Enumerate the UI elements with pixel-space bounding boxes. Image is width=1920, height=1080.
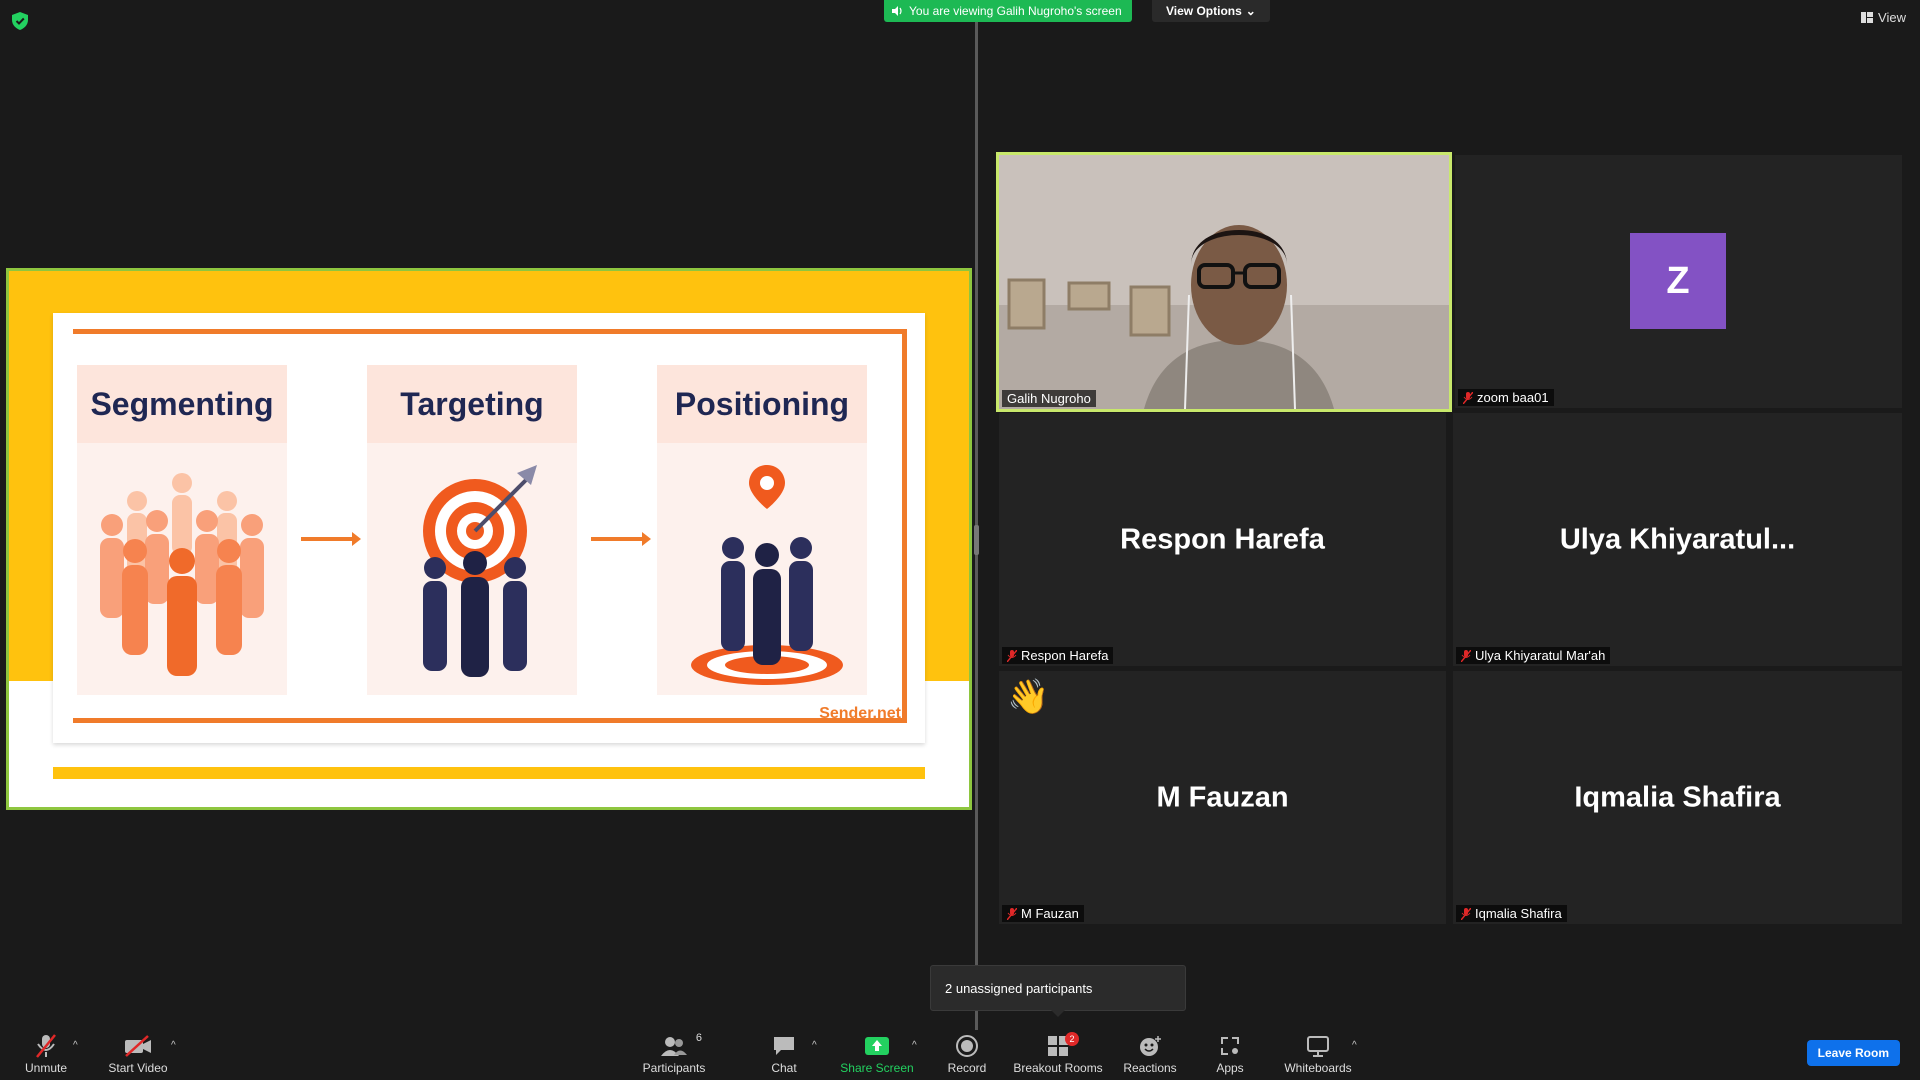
share-screen-button[interactable]: Share Screen xyxy=(838,1030,916,1080)
reactions-icon xyxy=(1140,1036,1161,1056)
participants-count: 6 xyxy=(695,1032,702,1044)
participant-name-label: Iqmalia Shafira xyxy=(1456,905,1567,922)
breakout-rooms-label: Breakout Rooms xyxy=(1013,1061,1103,1075)
record-icon xyxy=(956,1035,978,1057)
split-drag-handle[interactable] xyxy=(974,525,979,555)
participants-icon xyxy=(661,1037,687,1056)
unmute-button[interactable]: Unmute xyxy=(18,1030,74,1080)
audio-options-caret-icon[interactable]: ^ xyxy=(73,1040,78,1051)
view-label: View xyxy=(1878,10,1906,25)
chat-label: Chat xyxy=(771,1061,797,1075)
slide-column-title: Positioning xyxy=(657,365,867,443)
view-options-label: View Options xyxy=(1166,4,1242,18)
participant-name-label: Respon Harefa xyxy=(1002,647,1114,664)
apps-button[interactable]: Apps xyxy=(1210,1030,1250,1080)
slide-brand: Sender.net xyxy=(819,705,901,722)
slide-card: Segmenting Targeting Positioning Sender.… xyxy=(53,313,925,743)
participant-name-label: zoom baa01 xyxy=(1458,389,1554,406)
start-video-label: Start Video xyxy=(108,1061,168,1075)
video-off-icon xyxy=(125,1035,151,1057)
participant-name: Galih Nugroho xyxy=(1007,391,1091,406)
reactions-button[interactable]: Reactions xyxy=(1122,1030,1178,1080)
apps-icon xyxy=(1221,1037,1239,1055)
banner-text: You are viewing Galih Nugroho's screen xyxy=(909,4,1122,18)
view-options-button[interactable]: View Options ⌄ xyxy=(1152,0,1270,22)
whiteboards-button[interactable]: Whiteboards xyxy=(1282,1030,1354,1080)
view-grid-icon xyxy=(1861,12,1874,23)
shared-screen: Segmenting Targeting Positioning Sender.… xyxy=(6,268,972,810)
video-tile-ulya-khiyaratul[interactable]: Ulya Khiyaratul... Ulya Khiyaratul Mar'a… xyxy=(1453,413,1902,666)
whiteboard-options-caret-icon[interactable]: ^ xyxy=(1352,1040,1357,1051)
chat-icon xyxy=(774,1037,794,1055)
slide-column-targeting: Targeting xyxy=(367,365,577,695)
participants-button[interactable]: 6 Participants xyxy=(640,1030,708,1080)
chat-options-caret-icon[interactable]: ^ xyxy=(812,1040,817,1051)
chat-button[interactable]: Chat xyxy=(765,1030,803,1080)
screen-share-banner: You are viewing Galih Nugroho's screen xyxy=(884,0,1132,22)
muted-mic-icon xyxy=(1463,391,1473,404)
slide-bottom-bar xyxy=(53,767,925,779)
participant-name: M Fauzan xyxy=(1021,906,1079,921)
chevron-down-icon: ⌄ xyxy=(1245,4,1256,18)
video-tile-zoom-baa01[interactable]: Z zoom baa01 xyxy=(1455,155,1902,408)
participant-name-label: Galih Nugroho xyxy=(1002,390,1096,407)
slide-column-title: Targeting xyxy=(367,365,577,443)
slide-column-title: Segmenting xyxy=(77,365,287,443)
muted-mic-icon xyxy=(1461,649,1471,662)
record-label: Record xyxy=(947,1061,987,1075)
video-tile-respon-harefa[interactable]: Respon Harefa Respon Harefa xyxy=(999,413,1446,666)
wave-reaction-icon: 👋 xyxy=(1007,678,1050,716)
whiteboard-icon xyxy=(1307,1036,1329,1057)
leave-room-button[interactable]: Leave Room xyxy=(1806,1040,1900,1066)
participants-label: Participants xyxy=(642,1061,706,1075)
whiteboards-label: Whiteboards xyxy=(1284,1061,1352,1075)
meeting-toolbar: Unmute ^ Start Video ^ 6 Participants Ch… xyxy=(0,1030,1920,1080)
slide-column-segmenting: Segmenting xyxy=(77,365,287,695)
participant-name: Respon Harefa xyxy=(1021,648,1109,663)
tooltip-text: 2 unassigned participants xyxy=(945,980,1093,996)
apps-label: Apps xyxy=(1216,1061,1244,1075)
participant-name-label: M Fauzan xyxy=(1002,905,1084,922)
participant-video xyxy=(999,155,1449,409)
video-tile-iqmalia-shafira[interactable]: Iqmalia Shafira Iqmalia Shafira xyxy=(1453,671,1902,924)
video-tile-galih-nugroho[interactable]: Galih Nugroho xyxy=(996,152,1452,412)
share-screen-icon xyxy=(865,1037,889,1055)
slide-column-positioning: Positioning xyxy=(657,365,867,695)
muted-mic-icon xyxy=(1007,907,1017,920)
muted-mic-icon xyxy=(1461,907,1471,920)
participant-name: Iqmalia Shafira xyxy=(1475,906,1562,921)
zoom-meeting-window: View You are viewing Galih Nugroho's scr… xyxy=(0,0,1920,1080)
positioning-illustration xyxy=(657,443,867,695)
avatar: Z xyxy=(1630,233,1726,329)
breakout-rooms-button[interactable]: 2 Breakout Rooms xyxy=(1013,1030,1103,1080)
view-button[interactable]: View xyxy=(1861,10,1906,25)
reactions-label: Reactions xyxy=(1123,1061,1177,1075)
target-illustration xyxy=(367,443,577,695)
speaker-icon xyxy=(892,6,902,16)
record-button[interactable]: Record xyxy=(944,1030,990,1080)
participant-name: zoom baa01 xyxy=(1477,390,1549,405)
breakout-tooltip: 2 unassigned participants xyxy=(930,965,1186,1017)
muted-mic-icon xyxy=(36,1034,56,1058)
video-options-caret-icon[interactable]: ^ xyxy=(171,1040,176,1051)
unmute-label: Unmute xyxy=(24,1061,68,1075)
share-screen-label: Share Screen xyxy=(840,1061,914,1075)
muted-mic-icon xyxy=(1007,649,1017,662)
participant-name-label: Ulya Khiyaratul Mar'ah xyxy=(1456,647,1611,664)
video-tile-m-fauzan[interactable]: 👋 M Fauzan M Fauzan xyxy=(999,671,1446,924)
breakout-badge: 2 xyxy=(1065,1032,1079,1046)
crowd-illustration xyxy=(77,443,287,695)
share-options-caret-icon[interactable]: ^ xyxy=(912,1040,917,1051)
participant-name: Ulya Khiyaratul Mar'ah xyxy=(1475,648,1606,663)
participant-display-name: Respon Harefa xyxy=(1120,523,1325,555)
participant-display-name: Iqmalia Shafira xyxy=(1574,781,1781,813)
participant-display-name: Ulya Khiyaratul... xyxy=(1559,523,1796,555)
security-shield-icon[interactable] xyxy=(12,12,28,30)
participant-display-name: M Fauzan xyxy=(1156,781,1289,813)
arrow-icon xyxy=(301,532,361,546)
start-video-button[interactable]: Start Video xyxy=(106,1030,170,1080)
arrow-icon xyxy=(591,532,651,546)
